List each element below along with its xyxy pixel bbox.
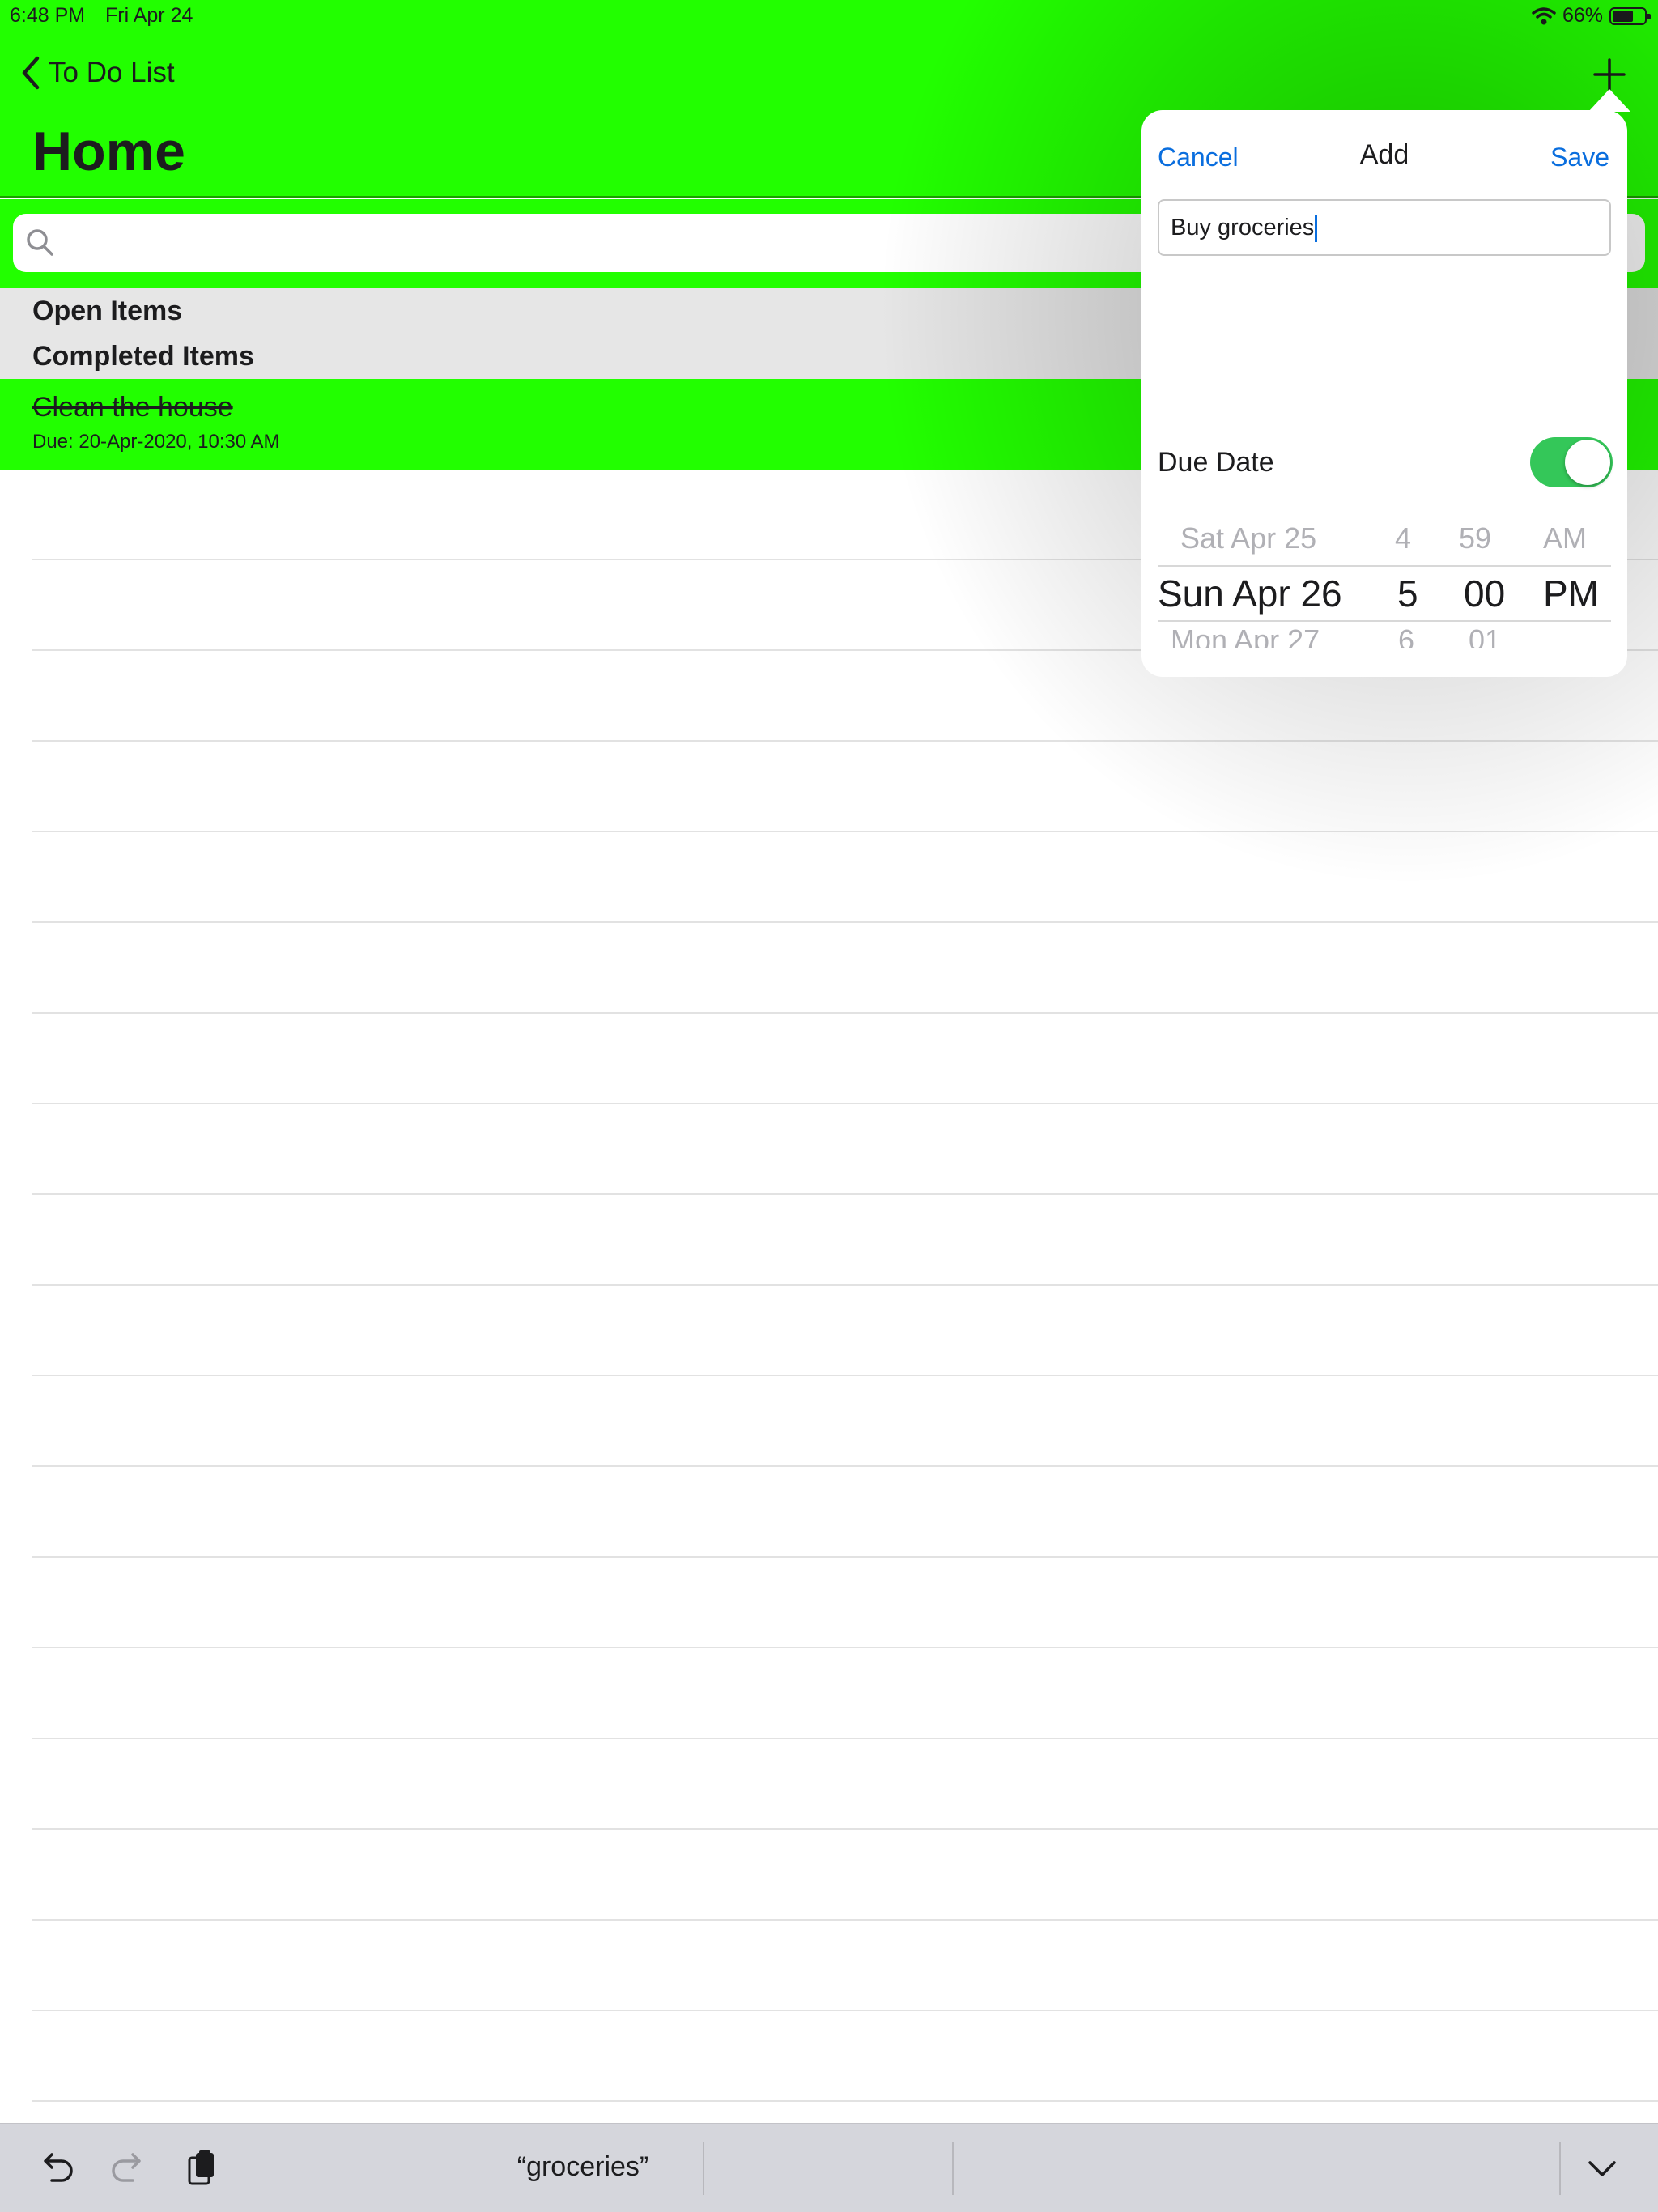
picker-ampm: AM <box>1543 521 1587 555</box>
status-date: Fri Apr 24 <box>105 4 193 27</box>
text-cursor <box>1315 215 1318 243</box>
popover-arrow <box>1588 89 1630 112</box>
chevron-down-icon[interactable] <box>1582 2148 1622 2189</box>
row-separator <box>32 1919 1658 1921</box>
status-time: 6:48 PM <box>10 4 86 27</box>
picker-date: Sun Apr 26 <box>1158 572 1342 615</box>
picker-minute: 01 <box>1469 623 1502 648</box>
picker-ampm: PM <box>1543 572 1599 615</box>
row-separator <box>32 1465 1658 1467</box>
separator <box>952 2142 954 2195</box>
row-separator <box>32 1284 1658 1286</box>
picker-minute: 59 <box>1459 521 1492 555</box>
picker-minute: 00 <box>1464 572 1506 615</box>
row-separator <box>32 1103 1658 1104</box>
separator <box>1559 2142 1561 2195</box>
wifi-icon <box>1532 6 1556 24</box>
row-separator <box>32 1738 1658 1739</box>
status-bar: 6:48 PM Fri Apr 24 66% <box>0 0 1658 32</box>
item-title-field[interactable]: Buy groceries <box>1158 199 1611 256</box>
keyboard-shortcut-bar: “groceries” <box>0 2123 1658 2212</box>
chevron-left-icon <box>22 56 40 90</box>
plus-icon[interactable] <box>1592 57 1627 92</box>
picker-date: Mon Apr 27 <box>1171 623 1320 648</box>
picker-row-prev[interactable]: Sat Apr 25 4 59 AM <box>1141 521 1627 557</box>
item-title-value: Buy groceries <box>1171 215 1315 240</box>
back-button[interactable]: To Do List <box>19 55 175 91</box>
picker-hour: 4 <box>1395 521 1412 555</box>
row-separator <box>32 921 1658 923</box>
add-item-popover: Cancel Add Save Buy groceries Due Date S… <box>1141 110 1627 677</box>
separator <box>703 2142 704 2195</box>
paste-icon[interactable] <box>181 2148 222 2189</box>
row-separator <box>32 831 1658 832</box>
row-separator <box>32 2100 1658 2102</box>
empty-table-rows <box>0 470 1658 2121</box>
row-separator <box>32 1647 1658 1648</box>
picker-row-next[interactable]: Mon Apr 27 6 01 <box>1141 623 1627 648</box>
due-date-toggle[interactable] <box>1530 437 1613 487</box>
battery-icon <box>1609 6 1651 25</box>
status-right: 66% <box>1532 4 1651 28</box>
row-separator <box>32 1012 1658 1014</box>
autocomplete-suggestion[interactable]: “groceries” <box>453 2151 712 2183</box>
undo-icon[interactable] <box>36 2148 76 2189</box>
page-title: Home <box>32 121 185 182</box>
row-separator <box>32 1375 1658 1376</box>
picker-divider <box>1158 620 1611 622</box>
row-separator <box>32 740 1658 742</box>
row-separator <box>32 2010 1658 2011</box>
date-time-picker[interactable]: Sat Apr 25 4 59 AM Sun Apr 26 5 00 PM Mo… <box>1141 507 1627 653</box>
item-due-date: Due: 20-Apr-2020, 10:30 AM <box>32 431 280 453</box>
picker-date: Sat Apr 25 <box>1180 521 1317 555</box>
battery-fill <box>1613 10 1633 22</box>
picker-divider <box>1158 565 1611 567</box>
screen: 6:48 PM Fri Apr 24 66% To Do List Home O… <box>0 0 1658 2212</box>
battery-percent: 66% <box>1562 4 1603 27</box>
back-button-label: To Do List <box>49 57 175 88</box>
save-button[interactable]: Save <box>1550 143 1609 172</box>
row-separator <box>32 1556 1658 1558</box>
item-title: Clean the house <box>32 392 233 423</box>
search-icon <box>27 229 53 256</box>
picker-hour: 6 <box>1398 623 1415 648</box>
row-separator <box>32 1828 1658 1830</box>
picker-hour: 5 <box>1397 572 1418 615</box>
toggle-knob <box>1565 440 1610 485</box>
redo-icon[interactable] <box>108 2148 149 2189</box>
due-date-label: Due Date <box>1158 447 1274 478</box>
row-separator <box>32 1193 1658 1195</box>
